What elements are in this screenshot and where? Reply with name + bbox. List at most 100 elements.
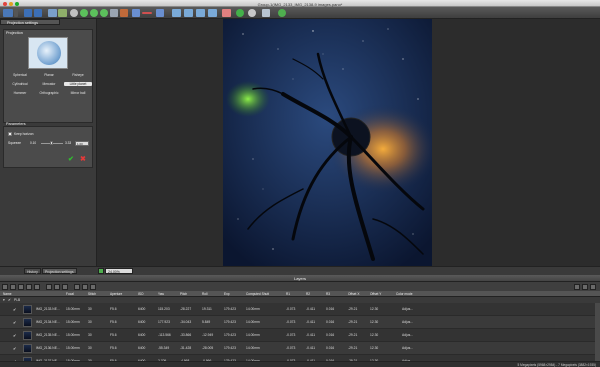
anchor-icon[interactable] bbox=[132, 9, 140, 17]
layout-icon[interactable] bbox=[3, 9, 13, 17]
move-icon[interactable] bbox=[100, 9, 108, 17]
projection-option-hammer[interactable]: Hammer bbox=[6, 91, 34, 95]
cell-shutter: 14.00mm bbox=[246, 307, 260, 311]
projection-settings-tab[interactable]: Projection settings bbox=[0, 19, 60, 25]
undo-icon[interactable] bbox=[24, 9, 32, 17]
exposure-icon[interactable] bbox=[82, 283, 88, 290]
projection-option-little-planet[interactable]: Little planet bbox=[64, 82, 92, 86]
column-header-exp[interactable]: Exp bbox=[224, 292, 230, 296]
tools-icon[interactable] bbox=[262, 9, 270, 17]
cell-offx: -29.21 bbox=[348, 346, 358, 350]
link-icon[interactable] bbox=[34, 283, 40, 290]
cancel-x-icon[interactable]: ✖ bbox=[80, 155, 86, 163]
layer-visible-check[interactable]: ✔ bbox=[13, 307, 16, 312]
column-header-iso[interactable]: ISO bbox=[138, 292, 144, 296]
projection-option-orthographic[interactable]: Orthographic bbox=[35, 91, 63, 95]
group-check[interactable]: ✔ bbox=[8, 298, 11, 302]
color-icon[interactable] bbox=[74, 283, 80, 290]
level-icon[interactable] bbox=[142, 12, 152, 14]
layers-grid-icon[interactable] bbox=[582, 283, 588, 290]
tab-projection-settings[interactable]: Projection settings bbox=[42, 268, 77, 274]
crosshair-icon[interactable] bbox=[80, 9, 88, 17]
zoom-button[interactable] bbox=[98, 268, 104, 274]
squeeze-max-label: 3.33 bbox=[65, 141, 72, 145]
select-icon[interactable] bbox=[172, 9, 181, 17]
cell-color: Adjus... bbox=[402, 346, 413, 350]
vertical-icon[interactable] bbox=[156, 9, 164, 17]
settings-icon[interactable] bbox=[248, 9, 256, 17]
cell-r2: -0.411 bbox=[306, 307, 316, 311]
table-row[interactable]: ✔ IMG_2133.NE... 15.00mm 30 F5.6 6400 115.203 -… bbox=[0, 303, 600, 316]
remove-layer-icon[interactable] bbox=[10, 283, 16, 290]
group-icon[interactable] bbox=[18, 283, 24, 290]
table-row[interactable]: ✔ IMG_2135.NE... 15.00mm 30 F5.6 6400 -113.566… bbox=[0, 329, 600, 342]
projection-option-fisheye[interactable]: Fisheye bbox=[64, 73, 92, 77]
little-planet-preview[interactable] bbox=[223, 19, 432, 266]
panorama-viewer[interactable] bbox=[97, 19, 600, 266]
mask-icon[interactable] bbox=[46, 283, 52, 290]
projection-option-cylindrical[interactable]: Cylindrical bbox=[6, 82, 34, 86]
cell-name: IMG_2135.NE... bbox=[36, 333, 60, 337]
visibility-icon[interactable] bbox=[54, 283, 60, 290]
column-header-r2[interactable]: R2 bbox=[306, 292, 310, 296]
ungroup-icon[interactable] bbox=[26, 283, 32, 290]
zoom-field[interactable]: 24.00% bbox=[105, 268, 133, 274]
column-header-offset-y[interactable]: Offset Y bbox=[370, 292, 381, 296]
cell-yaw: 115.203 bbox=[158, 307, 170, 311]
column-header-aperture[interactable]: Aperture bbox=[110, 292, 122, 296]
panorama-icon[interactable] bbox=[48, 9, 57, 17]
column-header-r3[interactable]: R3 bbox=[326, 292, 330, 296]
expand-icon[interactable] bbox=[196, 9, 205, 17]
cell-pitch: -28.227 bbox=[180, 307, 192, 311]
cell-pitch: -31.428 bbox=[180, 346, 192, 350]
zoom-icon[interactable] bbox=[236, 9, 244, 17]
column-header-pitch[interactable]: Pitch bbox=[180, 292, 187, 296]
projection-option-mirror-ball[interactable]: Mirror ball bbox=[64, 91, 92, 95]
brush-icon[interactable] bbox=[222, 9, 231, 17]
squeeze-value-field[interactable]: 1.00 bbox=[75, 140, 89, 146]
title-bar: Group-1(IMG_2133_IMG_2138-9 images.pano* bbox=[0, 0, 600, 7]
layer-visible-check[interactable]: ✔ bbox=[13, 346, 16, 351]
crop-icon[interactable] bbox=[120, 9, 128, 17]
layers-menu-icon[interactable] bbox=[590, 283, 596, 290]
dropdown-icon[interactable] bbox=[14, 9, 18, 17]
target-icon[interactable] bbox=[70, 9, 78, 17]
projection-option-mercator[interactable]: Mercator bbox=[35, 82, 63, 86]
squeeze-slider-handle[interactable] bbox=[50, 141, 53, 145]
horizon-icon[interactable] bbox=[110, 9, 118, 17]
lock-icon[interactable] bbox=[62, 283, 68, 290]
column-header-computed-shutt[interactable]: Computed Shutt bbox=[246, 292, 269, 296]
cell-color: Adjus... bbox=[402, 333, 413, 337]
column-header-color-mode[interactable]: Color mode bbox=[396, 292, 412, 296]
layers-scrollbar[interactable] bbox=[595, 303, 600, 361]
table-row[interactable]: ✔ IMG_2136.NE... 15.00mm 30 F5.6 6400 -55.349 -… bbox=[0, 342, 600, 355]
column-header-roll[interactable]: Roll bbox=[202, 292, 208, 296]
column-header-name[interactable]: Name bbox=[3, 292, 12, 296]
column-header-stitch[interactable]: Stitch bbox=[88, 292, 96, 296]
status-bar: 5 Megapixels (5968×2984) - 7 Megapixels … bbox=[0, 361, 600, 367]
table-row[interactable]: ✔ IMG_2134.NE... 15.00mm 30 F5.6 6400 177.923 -… bbox=[0, 316, 600, 329]
column-header-yaw[interactable]: Yaw bbox=[158, 292, 164, 296]
cell-yaw: -113.566 bbox=[158, 333, 171, 337]
tab-history[interactable]: History bbox=[24, 268, 41, 274]
add-layer-icon[interactable] bbox=[2, 283, 8, 290]
redo-icon[interactable] bbox=[34, 9, 42, 17]
rotate-icon[interactable] bbox=[90, 9, 98, 17]
cell-offx: -29.21 bbox=[348, 333, 358, 337]
grid-icon[interactable] bbox=[208, 9, 217, 17]
layer-visible-check[interactable]: ✔ bbox=[13, 333, 16, 338]
fit-icon[interactable] bbox=[184, 9, 193, 17]
help-icon[interactable] bbox=[278, 9, 286, 17]
keep-horizon-checkbox[interactable] bbox=[8, 132, 12, 136]
layers-view-icon[interactable] bbox=[574, 283, 580, 290]
column-header-offset-x[interactable]: Offset X bbox=[348, 292, 359, 296]
column-header-r1[interactable]: R1 bbox=[286, 292, 290, 296]
group-expand-icon[interactable]: ▾ bbox=[3, 298, 5, 302]
projection-option-planar[interactable]: Planar bbox=[35, 73, 63, 77]
layer-visible-check[interactable]: ✔ bbox=[13, 320, 16, 325]
projection-option-spherical[interactable]: Spherical bbox=[6, 73, 34, 77]
apply-checkmark-icon[interactable]: ✔ bbox=[68, 155, 74, 163]
lens-icon[interactable] bbox=[90, 283, 96, 290]
column-header-focal[interactable]: Focal bbox=[66, 292, 74, 296]
images-icon[interactable] bbox=[58, 9, 67, 17]
